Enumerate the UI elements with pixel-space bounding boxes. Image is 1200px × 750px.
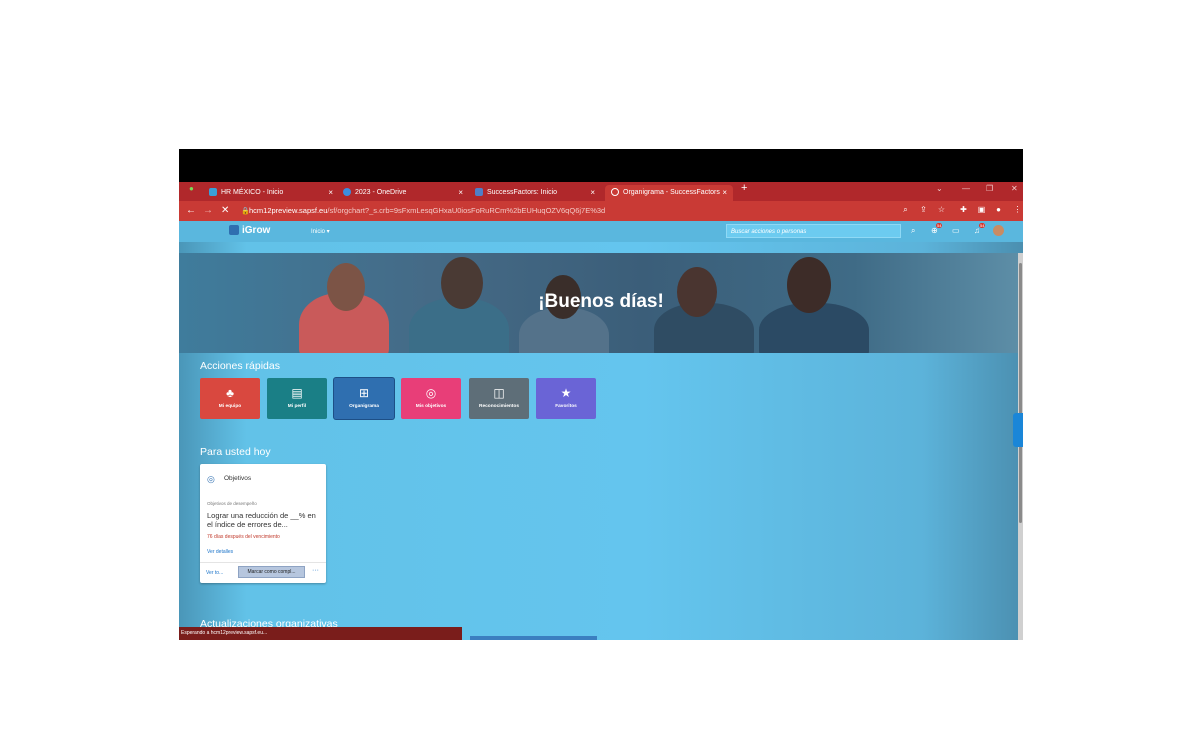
tab-label: SuccessFactors: Inicio <box>487 189 558 196</box>
app-header: iGrow Inicio ▾ Buscar acciones o persona… <box>179 221 1023 242</box>
bookmark-star-icon[interactable]: ☆ <box>937 205 946 214</box>
feedback-tab[interactable] <box>1013 413 1023 447</box>
back-icon[interactable]: ← <box>186 204 196 218</box>
mark-complete-button[interactable]: Marcar como compl... <box>238 566 305 578</box>
home-menu[interactable]: Inicio ▾ <box>311 228 330 235</box>
notification-badge: 54 <box>936 223 943 228</box>
badge-icon: ◫ <box>493 386 505 400</box>
tab-label: 2023 - OneDrive <box>355 189 407 196</box>
chat-icon[interactable]: ▭ <box>952 226 960 235</box>
notifications-icon[interactable]: ⊕ 54 <box>931 223 943 235</box>
url-host: hcm12preview.sapsf.eu <box>249 206 328 215</box>
quick-action-label: Mi equipo <box>218 404 242 409</box>
quick-action-label: Reconocimientos <box>479 404 519 409</box>
url-field[interactable]: hcm12preview.sapsf.eu/sf/orgchart?_s.crb… <box>249 206 605 215</box>
url-path: /sf/orgchart?_s.crb=9sFxmLesqGHxaU0iosFo… <box>327 206 606 215</box>
loading-icon <box>611 188 619 197</box>
hero-banner: ¡Buenos días! <box>179 253 1023 353</box>
bell-icon[interactable]: ♫ 54 <box>974 223 986 235</box>
successfactors-icon <box>475 188 483 197</box>
app-area: iGrow Inicio ▾ Buscar acciones o persona… <box>179 221 1023 640</box>
tab-search-icon[interactable]: ⌄ <box>936 184 943 193</box>
sap-icon <box>209 188 217 197</box>
quick-action-mi-perfil[interactable]: ▤ Mi perfil <box>267 378 327 419</box>
quick-action-mis-objetivos[interactable]: ◎ Mis objetivos <box>401 378 461 419</box>
loading-strip <box>470 636 597 640</box>
more-options-icon[interactable]: ··· <box>312 567 319 574</box>
card-subtitle: Objetivos de desempeño <box>207 501 257 506</box>
close-icon[interactable]: × <box>328 185 333 201</box>
today-title: Para usted hoy <box>200 446 271 458</box>
details-link[interactable]: Ver detalles <box>207 549 233 555</box>
quick-action-reconocimientos[interactable]: ◫ Reconocimientos <box>469 378 529 419</box>
quick-action-label: Favoritos <box>555 404 577 409</box>
card-title: Objetivos <box>224 475 252 482</box>
minimize-icon[interactable]: — <box>962 184 970 193</box>
avatar[interactable] <box>993 225 1004 236</box>
logo-icon <box>229 225 239 236</box>
close-icon[interactable]: × <box>458 185 463 201</box>
quick-action-label: Mi perfil <box>287 404 307 409</box>
maximize-icon[interactable]: ❐ <box>986 184 993 193</box>
forward-icon[interactable]: → <box>203 204 213 218</box>
objectives-card: ◎ Objetivos Objetivos de desempeño Logra… <box>200 464 326 583</box>
extensions-icon[interactable]: ✚ <box>959 205 968 214</box>
menu-icon[interactable]: ⋮ <box>1013 205 1022 214</box>
tab-hr-mexico[interactable]: HR MÉXICO - Inicio × <box>209 185 339 201</box>
view-all-link[interactable]: Ver to... <box>206 570 223 576</box>
tab-label: HR MÉXICO - Inicio <box>221 189 284 196</box>
tab-label: Organigrama - SuccessFactors <box>623 189 720 196</box>
status-bar: Esperando a hcm12preview.sapsf.eu... <box>179 627 462 640</box>
quick-action-mi-equipo[interactable]: ♣ Mi equipo <box>200 378 260 419</box>
card-due-status: 76 días después del vencimiento <box>207 534 280 540</box>
sidebar-icon[interactable]: ▣ <box>977 205 986 214</box>
search-input[interactable]: Buscar acciones o personas <box>726 224 901 238</box>
profile-icon[interactable]: ● <box>189 184 194 193</box>
tab-organigrama[interactable]: Organigrama - SuccessFactors × <box>605 185 733 201</box>
search-icon[interactable]: ⌕ <box>911 226 915 236</box>
quick-action-label: Organigrama <box>349 404 379 409</box>
close-icon[interactable]: × <box>590 185 595 201</box>
browser-tab-bar: ● HR MÉXICO - Inicio × 2023 - OneDrive ×… <box>179 182 1023 201</box>
target-icon: ◎ <box>207 474 215 484</box>
scrollbar-thumb[interactable] <box>1019 263 1022 523</box>
new-tab-button[interactable]: + <box>741 182 747 194</box>
greeting-heading: ¡Buenos días! <box>538 291 664 312</box>
quick-action-favoritos[interactable]: ★ Favoritos <box>536 378 596 419</box>
quick-action-organigrama[interactable]: ⊞ Organigrama <box>334 378 394 419</box>
star-icon: ★ <box>560 386 572 400</box>
zoom-icon[interactable]: ⌕ <box>901 205 910 214</box>
target-icon: ◎ <box>425 386 437 400</box>
igrow-logo[interactable]: iGrow <box>229 225 270 236</box>
logo-text: iGrow <box>242 225 271 236</box>
stop-icon[interactable]: ✕ <box>221 204 229 218</box>
card-body: Lograr una reducción de __% en el índice… <box>207 511 316 529</box>
team-icon: ♣ <box>226 386 234 400</box>
quick-action-label: Mis objetivos <box>415 404 447 409</box>
account-icon[interactable]: ● <box>994 205 1003 214</box>
share-icon[interactable]: ⇪ <box>919 205 928 214</box>
screenshot-frame: ● HR MÉXICO - Inicio × 2023 - OneDrive ×… <box>179 149 1023 640</box>
card-divider <box>200 562 326 563</box>
notification-badge: 54 <box>979 223 986 228</box>
address-bar: ← → ✕ 🔒 hcm12preview.sapsf.eu/sf/orgchar… <box>179 201 1023 221</box>
window-close-icon[interactable]: ✕ <box>1011 184 1018 193</box>
profile-card-icon: ▤ <box>291 386 303 400</box>
org-chart-icon: ⊞ <box>358 386 370 400</box>
onedrive-icon <box>343 188 351 197</box>
close-icon[interactable]: × <box>722 185 727 201</box>
tab-successfactors-home[interactable]: SuccessFactors: Inicio × <box>475 185 601 201</box>
quick-actions-title: Acciones rápidas <box>200 360 280 372</box>
tab-onedrive[interactable]: 2023 - OneDrive × <box>343 185 469 201</box>
